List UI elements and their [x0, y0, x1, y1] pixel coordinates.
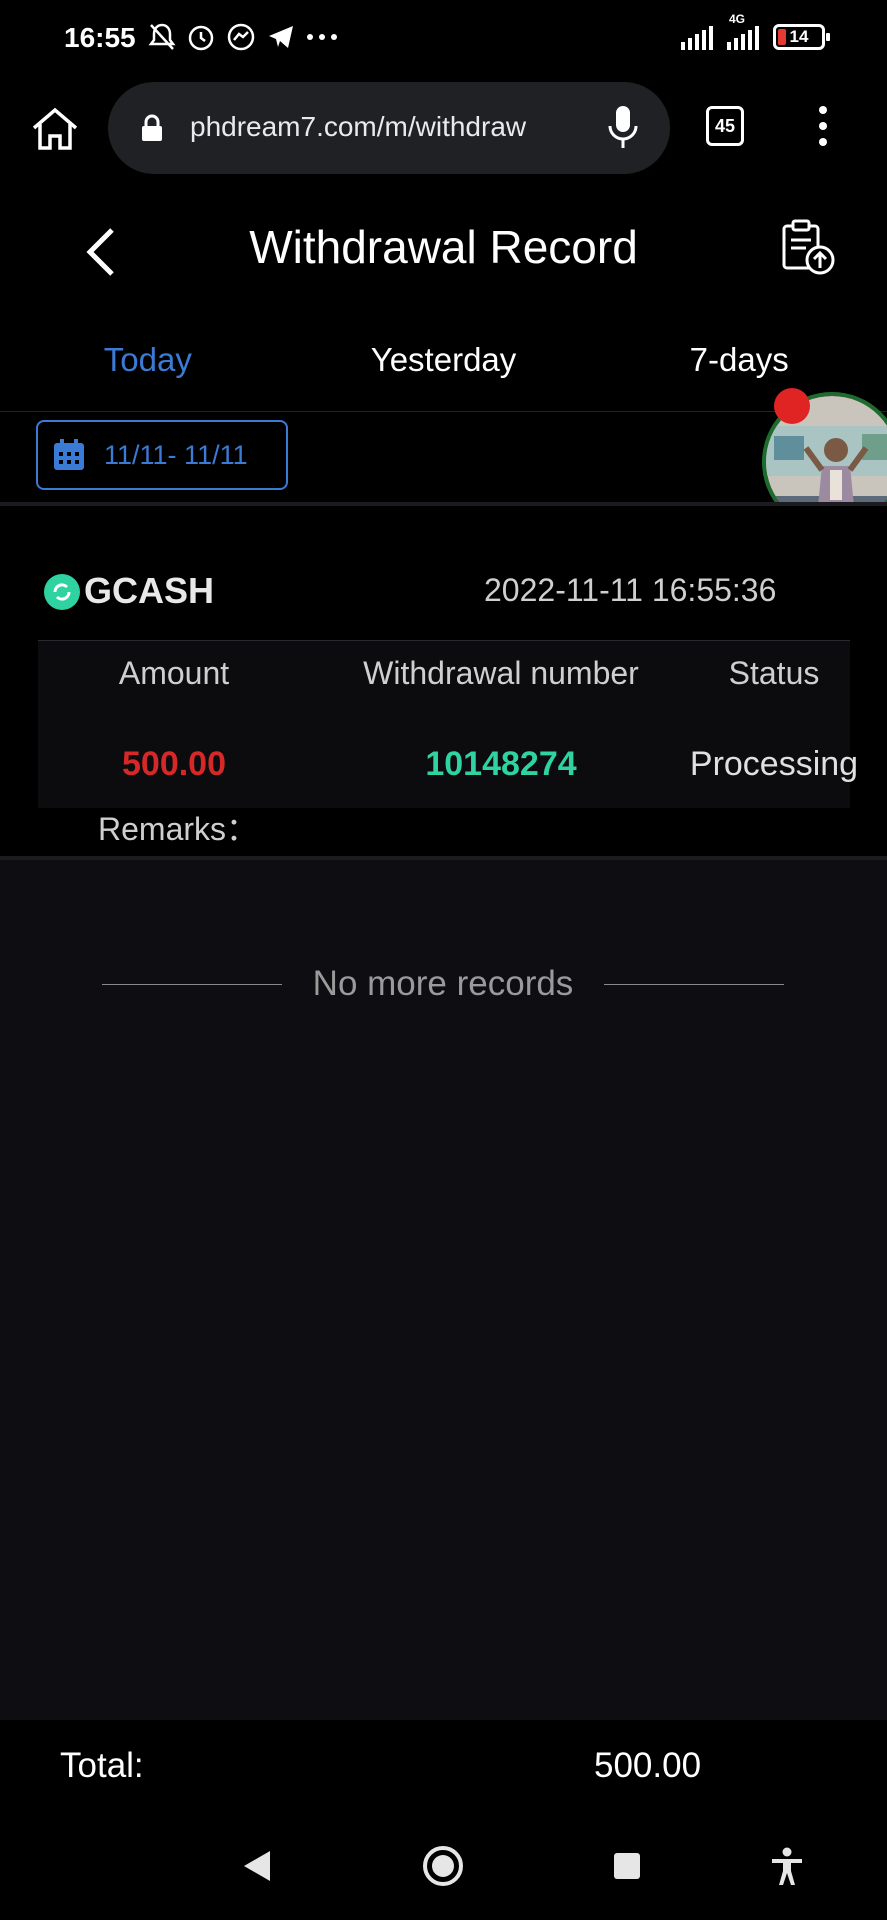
date-filter-row: 11/11- 11/11 [0, 412, 887, 502]
date-range-picker[interactable]: 11/11- 11/11 [36, 420, 288, 490]
total-value: 500.00 [594, 1746, 702, 1785]
list-end-indicator: No more records [102, 960, 784, 1010]
calendar-icon [54, 439, 84, 470]
clipboard-upload-icon[interactable] [780, 218, 836, 276]
address-bar[interactable]: phdream7.com/m/withdraw [108, 82, 670, 174]
date-range-text: 11/11- 11/11 [104, 439, 248, 470]
divider [604, 984, 784, 985]
nav-home-icon[interactable] [422, 1845, 464, 1887]
signal-4g-icon: 4G [727, 12, 759, 50]
network-type: 4G [729, 12, 746, 26]
withdrawal-number-value: 10148274 [425, 745, 577, 783]
battery-icon: 14 [773, 24, 830, 50]
messenger-icon [227, 23, 255, 51]
amount-header: Amount [118, 655, 230, 691]
total-bar: Total: 500.00 [0, 1720, 887, 1815]
nav-recents-icon[interactable] [614, 1853, 640, 1879]
status-header: Status [728, 655, 820, 691]
notification-icons [148, 22, 338, 52]
bell-off-icon [148, 23, 176, 50]
gcash-logo-icon [44, 574, 80, 610]
tab-today[interactable]: Today [0, 320, 296, 423]
tab-yesterday[interactable]: Yesterday [296, 320, 592, 411]
accessibility-icon[interactable] [770, 1847, 804, 1887]
amount-value: 500.00 [122, 745, 226, 783]
app-header: Withdrawal Record [0, 180, 887, 320]
browser-toolbar: phdream7.com/m/withdraw 45 [0, 80, 887, 180]
withdrawal-record-card[interactable]: GCASH 2022-11-11 16:55:36 Amount Withdra… [0, 502, 887, 860]
lock-icon [142, 114, 162, 141]
status-time: 16:55 [64, 22, 136, 53]
battery-level: 14 [789, 27, 809, 46]
notification-badge [774, 388, 810, 424]
url-text: phdream7.com/m/withdraw [190, 111, 527, 142]
withdrawal-number-header: Withdrawal number [363, 655, 639, 691]
tab-switcher-button[interactable]: 45 [706, 106, 744, 146]
record-details-table: Amount Withdrawal number Status 500.00 1… [38, 640, 858, 808]
total-label: Total: [60, 1746, 144, 1785]
status-bar: 16:55 4G 14 [0, 0, 887, 80]
nav-back-icon[interactable] [242, 1849, 272, 1883]
payment-method: GCASH [84, 570, 215, 611]
mic-icon[interactable] [606, 104, 640, 152]
record-timestamp: 2022-11-11 16:55:36 [484, 572, 777, 608]
period-tabs: Today Yesterday 7-days [0, 320, 887, 423]
more-menu-icon[interactable] [812, 106, 834, 150]
signal-icon [681, 24, 713, 50]
more-dots-icon [307, 34, 337, 40]
system-status: 4G 14 [681, 12, 830, 50]
alarm-icon [188, 25, 214, 51]
home-icon[interactable] [28, 102, 82, 156]
page-title: Withdrawal Record [249, 221, 638, 273]
status-value: Processing [689, 745, 859, 783]
telegram-icon [269, 26, 293, 48]
remarks-label: Remarks： [98, 811, 259, 847]
system-navigation-bar [0, 1815, 887, 1920]
